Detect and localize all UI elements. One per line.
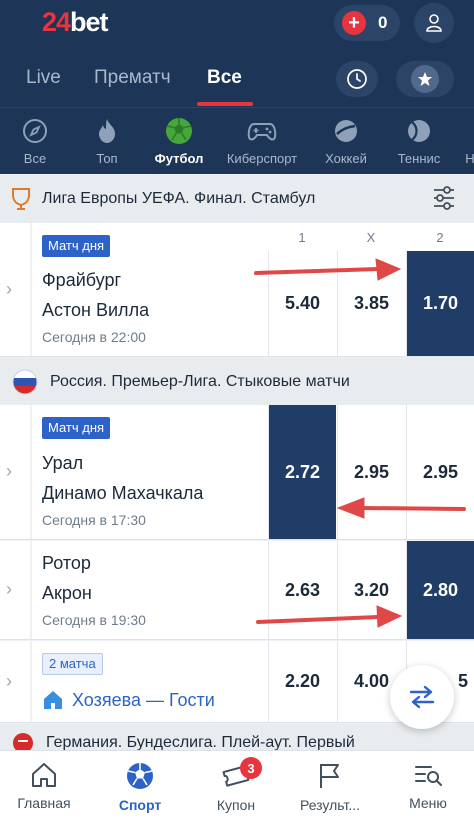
chevron-right-icon[interactable]: › xyxy=(6,279,12,300)
odds-header-x: X xyxy=(366,229,376,245)
balance-value: 0 xyxy=(378,13,388,32)
star-icon xyxy=(411,65,439,93)
odd-1[interactable]: 2.20 xyxy=(268,641,336,722)
flag-icon xyxy=(320,764,339,788)
profile-button[interactable] xyxy=(414,3,454,43)
odds-header-2: 2 xyxy=(436,229,444,245)
tab-live[interactable]: Live xyxy=(26,67,61,89)
odd-2[interactable]: 2.95 xyxy=(406,405,474,539)
germany-league-icon xyxy=(13,733,33,750)
home-away-label[interactable]: Хозяева — Гости xyxy=(42,689,215,711)
league-header[interactable]: Россия. Премьер-Лига. Стыковые матчи xyxy=(0,358,474,405)
league-name: Германия. Бундеслига. Плей-аут. Первый xyxy=(46,734,355,750)
tennis-ball-icon xyxy=(408,120,430,142)
odd-1[interactable]: 2.72 xyxy=(268,405,336,539)
home-team: Фрайбург xyxy=(42,270,122,290)
event-row[interactable]: › Ротор Акрон Сегодня в 19:30 2.63 3.20 … xyxy=(0,541,474,640)
plus-icon: + xyxy=(342,11,366,35)
russia-flag-icon xyxy=(12,369,38,394)
match-of-day-badge: Матч дня xyxy=(42,235,111,257)
bottom-nav: Главная Спорт 3 Купон Результ... Меню xyxy=(0,750,474,824)
sport-all[interactable]: Все xyxy=(18,116,52,166)
gamepad-icon xyxy=(247,123,277,141)
sport-hockey[interactable]: Хоккей xyxy=(318,116,374,166)
tab-prematch[interactable]: Прематч xyxy=(94,67,171,89)
filter-button[interactable] xyxy=(432,185,456,216)
event-row[interactable]: › Матч дня Урал Динамо Махачкала Сегодня… xyxy=(0,405,474,540)
odds-header-1: 1 xyxy=(298,229,306,245)
away-team: Акрон xyxy=(42,583,92,603)
mode-tabs: Live Прематч Все xyxy=(0,50,474,107)
sports-strip: Все Топ Футбол Киберспорт Хоккей Теннис … xyxy=(0,107,474,174)
league-header[interactable]: Лига Европы УЕФА. Финал. Стамбул xyxy=(0,175,474,223)
favorites-button[interactable] xyxy=(396,61,454,97)
chevron-right-icon[interactable]: › xyxy=(6,579,12,600)
sport-top[interactable]: Топ xyxy=(90,116,124,166)
away-team: Динамо Махачкала xyxy=(42,483,204,503)
schedule-button[interactable] xyxy=(336,61,378,97)
odd-x[interactable]: 2.95 xyxy=(337,405,405,539)
nav-menu[interactable]: Меню xyxy=(388,761,468,811)
menu-search-icon xyxy=(415,766,442,786)
swap-arrows-icon xyxy=(409,685,435,709)
fire-icon xyxy=(99,119,115,143)
matches-count-badge: 2 матча xyxy=(42,653,103,675)
user-icon xyxy=(426,14,442,32)
coupon-count-badge: 3 xyxy=(240,757,262,779)
odd-2[interactable]: 2.80 xyxy=(406,541,474,639)
chevron-right-icon[interactable]: › xyxy=(6,671,12,692)
home-team: Урал xyxy=(42,453,84,473)
odd-x[interactable]: 3.85 xyxy=(337,251,405,356)
sport-tennis[interactable]: Теннис xyxy=(392,116,446,166)
sport-esports[interactable]: Киберспорт xyxy=(222,116,302,166)
nav-home[interactable]: Главная xyxy=(4,761,84,811)
puck-icon xyxy=(335,120,357,142)
chevron-right-icon[interactable]: › xyxy=(6,461,12,482)
league-header[interactable]: Германия. Бундеслига. Плей-аут. Первый xyxy=(0,724,474,750)
clock-icon xyxy=(347,69,367,89)
event-time: Сегодня в 22:00 xyxy=(42,329,146,345)
tab-all[interactable]: Все xyxy=(207,67,242,89)
home-icon xyxy=(44,691,62,709)
logo[interactable]: 24bet xyxy=(42,7,109,38)
event-time: Сегодня в 19:30 xyxy=(42,612,146,628)
sport-more[interactable]: Н xyxy=(460,116,474,166)
event-time: Сегодня в 17:30 xyxy=(42,512,146,528)
sliders-icon xyxy=(434,186,454,210)
more-sport-icon xyxy=(455,116,474,146)
soccer-ball-icon xyxy=(127,763,153,789)
league-name: Лига Европы УЕФА. Финал. Стамбул xyxy=(42,190,316,207)
balance-button[interactable]: + 0 xyxy=(334,5,400,41)
odd-2[interactable]: 1.70 xyxy=(406,251,474,356)
nav-sport[interactable]: Спорт xyxy=(100,761,180,813)
match-of-day-badge: Матч дня xyxy=(42,417,111,439)
sport-football[interactable]: Футбол xyxy=(150,116,208,166)
swap-button[interactable] xyxy=(390,665,454,729)
event-row[interactable]: › 1 X 2 Матч дня Фрайбург Астон Вилла Се… xyxy=(0,223,474,357)
away-team: Астон Вилла xyxy=(42,300,150,320)
top-bar: 24bet + 0 xyxy=(0,0,474,50)
home-icon xyxy=(32,763,56,787)
odd-x[interactable]: 3.20 xyxy=(337,541,405,639)
home-team: Ротор xyxy=(42,553,91,573)
odd-1[interactable]: 2.63 xyxy=(268,541,336,639)
active-tab-indicator xyxy=(197,102,253,106)
compass-icon xyxy=(23,119,47,143)
league-name: Россия. Премьер-Лига. Стыковые матчи xyxy=(50,372,350,390)
soccer-ball-icon xyxy=(166,118,192,144)
odd-1[interactable]: 5.40 xyxy=(268,251,336,356)
nav-coupon[interactable]: 3 Купон xyxy=(196,757,276,813)
nav-results[interactable]: Результ... xyxy=(290,761,370,813)
europa-league-icon xyxy=(12,188,30,210)
